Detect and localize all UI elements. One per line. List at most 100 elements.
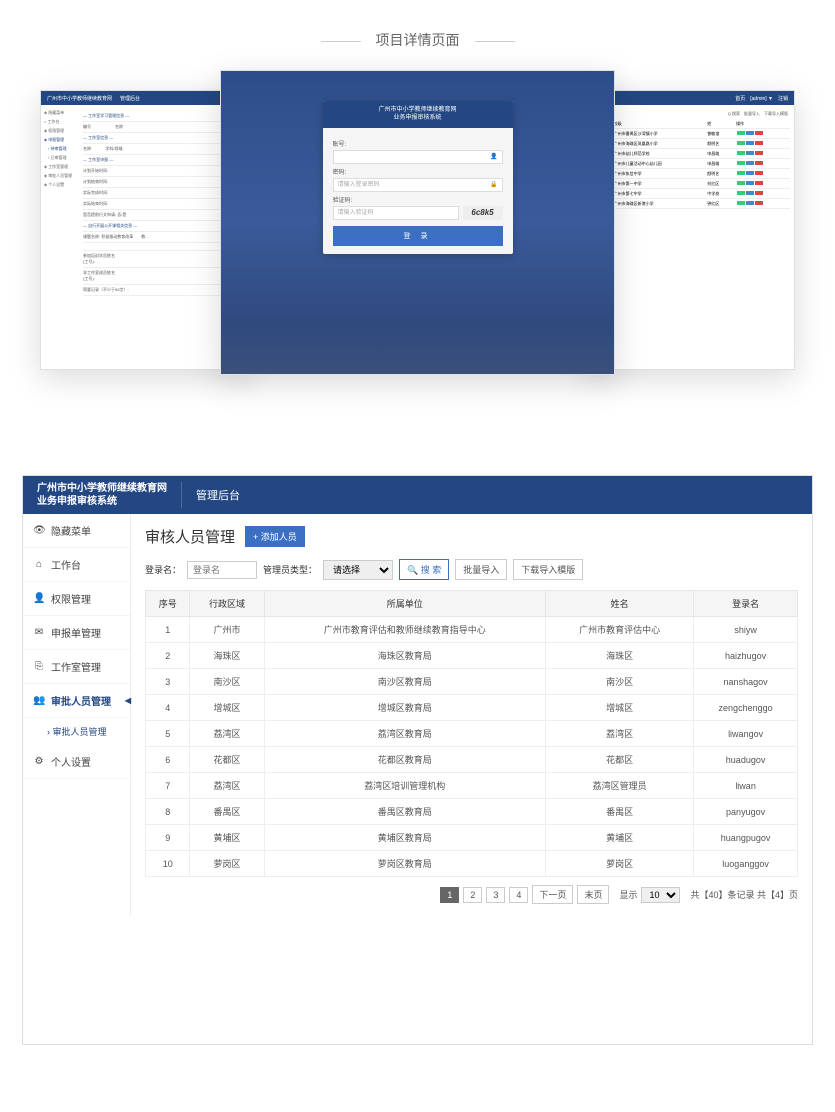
table-cell: 增城区	[546, 695, 694, 721]
page-number[interactable]: 4	[509, 887, 528, 903]
column-header: 姓名	[546, 591, 694, 617]
table-cell: 荔湾区	[190, 773, 264, 799]
table-cell: panyugov	[694, 799, 798, 825]
admin-logo: 广州市中小学教师继续教育网 业务申报审核系统	[23, 482, 182, 508]
table-cell: 番禺区教育局	[264, 799, 545, 825]
table-cell: 荔湾区	[190, 721, 264, 747]
table-row[interactable]: 1广州市广州市教育评估和教师继续教育指导中心广州市教育评估中心shiyw	[146, 617, 798, 643]
table-row[interactable]: 5荔湾区荔湾区教育局荔湾区liwangov	[146, 721, 798, 747]
table-cell: 荔湾区	[546, 721, 694, 747]
sidebar: 👁隐藏菜单⌂工作台👤权限管理✉申报单管理⎘工作室管理👥审批人员管理审批人员管理⚙…	[23, 514, 131, 916]
column-header: 行政区域	[190, 591, 264, 617]
page-last[interactable]: 末页	[577, 885, 609, 904]
table-cell: 广州市教育评估中心	[546, 617, 694, 643]
admin-type-label: 管理员类型：	[263, 563, 317, 576]
sidebar-item[interactable]: 👥 审批人员管理	[23, 684, 130, 718]
admin-header: 广州市中小学教师继续教育网 业务申报审核系统 管理后台	[23, 476, 812, 514]
sidebar-item-label: 工作台	[51, 557, 81, 572]
sidebar-item-label: 权限管理	[51, 591, 91, 606]
account-input[interactable]: 👤	[333, 150, 503, 164]
preview-center-login: 广州市中小学教师继续教育网 业务申报审核系统 账号: 👤 密码: 请输入登录密码…	[220, 70, 615, 375]
table-cell: 南沙区	[190, 669, 264, 695]
table-cell: 荔湾区管理员	[546, 773, 694, 799]
page-number[interactable]: 3	[486, 887, 505, 903]
table-cell: 萝岗区	[190, 851, 264, 877]
sidebar-item[interactable]: 👁隐藏菜单	[23, 514, 130, 548]
column-header: 登录名	[694, 591, 798, 617]
admin-panel: 广州市中小学教师继续教育网 业务申报审核系统 管理后台 👁隐藏菜单⌂工作台👤权限…	[22, 475, 813, 1045]
column-header: 序号	[146, 591, 190, 617]
table-row[interactable]: 3南沙区南沙区教育局南沙区nanshagov	[146, 669, 798, 695]
table-cell: 黄埔区	[190, 825, 264, 851]
login-name-label: 登录名：	[145, 563, 181, 576]
table-cell: liwan	[694, 773, 798, 799]
table-cell: 增城区	[190, 695, 264, 721]
table-cell: 花都区	[190, 747, 264, 773]
table-cell: 5	[146, 721, 190, 747]
table-cell: 黄埔区教育局	[264, 825, 545, 851]
sidebar-item[interactable]: 👤权限管理	[23, 582, 130, 616]
content: 审核人员管理 添加人员 登录名： 管理员类型： 请选择 🔍 搜 索 批量导入 下…	[131, 514, 812, 916]
table-cell: 6	[146, 747, 190, 773]
page-next[interactable]: 下一页	[532, 885, 573, 904]
page-size-select[interactable]: 10	[641, 887, 680, 903]
captcha-image[interactable]: 6c8k5	[463, 206, 503, 220]
sidebar-item[interactable]: ⎘工作室管理	[23, 650, 130, 684]
table-cell: 番禺区	[546, 799, 694, 825]
sidebar-item-label: 隐藏菜单	[51, 523, 91, 538]
sidebar-item[interactable]: ✉申报单管理	[23, 616, 130, 650]
login-name-input[interactable]	[187, 561, 257, 579]
user-icon: 👤	[490, 151, 497, 163]
table-cell: 9	[146, 825, 190, 851]
table-cell: 荔湾区培训管理机构	[264, 773, 545, 799]
lock-icon: 🔒	[490, 179, 497, 191]
table-cell: 增城区教育局	[264, 695, 545, 721]
table-cell: 2	[146, 643, 190, 669]
sidebar-item-label: 个人设置	[51, 754, 91, 769]
password-input[interactable]: 请输入登录密码🔒	[333, 178, 503, 192]
table-cell: 1	[146, 617, 190, 643]
table-row[interactable]: 10萝岗区萝岗区教育局萝岗区luoganggov	[146, 851, 798, 877]
admin-type-select[interactable]: 请选择	[323, 560, 393, 580]
download-template-button[interactable]: 下载导入模版	[513, 559, 583, 580]
pager: 1234下一页末页显示10共【40】条记录 共【4】页	[145, 885, 798, 904]
table-cell: 广州市	[190, 617, 264, 643]
table-cell: haizhugov	[694, 643, 798, 669]
table-cell: 南沙区	[546, 669, 694, 695]
add-person-button[interactable]: 添加人员	[245, 526, 305, 547]
bulk-import-button[interactable]: 批量导入	[455, 559, 507, 580]
table-row[interactable]: 6花都区花都区教育局花都区huadugov	[146, 747, 798, 773]
captcha-input[interactable]: 请输入验证码	[333, 206, 459, 220]
sidebar-sub-item[interactable]: 审批人员管理	[23, 718, 130, 745]
sidebar-icon: 👥	[33, 695, 45, 706]
search-button[interactable]: 🔍 搜 索	[399, 559, 449, 580]
sidebar-item-label: 审批人员管理	[53, 727, 107, 737]
table-cell: 8	[146, 799, 190, 825]
table-row[interactable]: 9黄埔区黄埔区教育局黄埔区huangpugov	[146, 825, 798, 851]
sidebar-icon: ⚙	[33, 756, 45, 767]
table-cell: 7	[146, 773, 190, 799]
table-row[interactable]: 4增城区增城区教育局增城区zengchenggo	[146, 695, 798, 721]
table-row[interactable]: 7荔湾区荔湾区培训管理机构荔湾区管理员liwan	[146, 773, 798, 799]
preview-left: 广州市中小学教师继续教育网管理后台 ◈ 隐藏菜单⌂ 工作台◈ 权限管理◈ 申报管…	[40, 90, 250, 370]
preview-right: 首页 [admin] ▼ 注销 Q 搜索 批量导入 下载导入模版 所属校级姓操作…	[585, 90, 795, 370]
column-header: 所属单位	[264, 591, 545, 617]
page-number[interactable]: 1	[440, 887, 459, 903]
login-card: 广州市中小学教师继续教育网 业务申报审核系统 账号: 👤 密码: 请输入登录密码…	[323, 101, 513, 254]
login-button[interactable]: 登 录	[333, 226, 503, 246]
search-bar: 登录名： 管理员类型： 请选择 🔍 搜 索 批量导入 下载导入模版	[145, 559, 798, 580]
admin-nav-item[interactable]: 管理后台	[182, 487, 254, 503]
table-cell: 南沙区教育局	[264, 669, 545, 695]
table-row[interactable]: 2海珠区海珠区教育局海珠区haizhugov	[146, 643, 798, 669]
table-cell: shiyw	[694, 617, 798, 643]
table-cell: 黄埔区	[546, 825, 694, 851]
table-cell: 萝岗区	[546, 851, 694, 877]
total-text: 共【40】条记录 共【4】页	[690, 888, 798, 901]
sidebar-item-label: 审批人员管理	[51, 693, 111, 708]
sidebar-item-label: 申报单管理	[51, 625, 101, 640]
sidebar-item[interactable]: ⚙ 个人设置	[23, 745, 130, 779]
table-row[interactable]: 8番禺区番禺区教育局番禺区panyugov	[146, 799, 798, 825]
sidebar-item[interactable]: ⌂工作台	[23, 548, 130, 582]
table-cell: 花都区教育局	[264, 747, 545, 773]
page-number[interactable]: 2	[463, 887, 482, 903]
